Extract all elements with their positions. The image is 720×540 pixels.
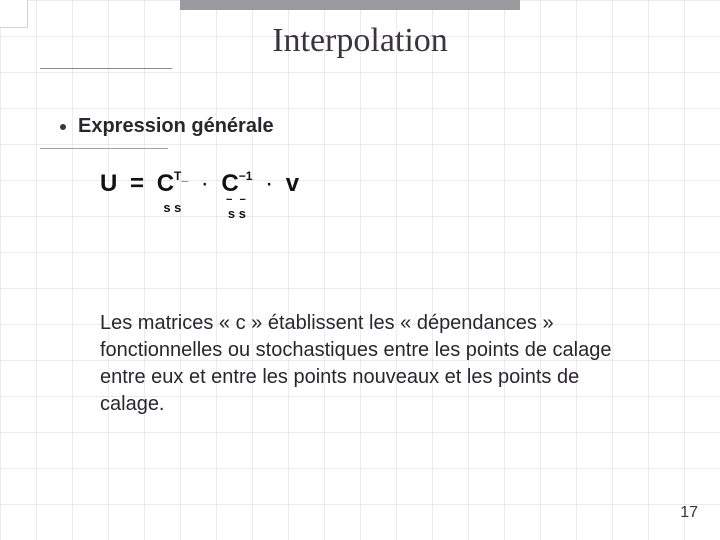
equation-c2: C−1 − − s s — [221, 170, 252, 198]
bullet-icon — [60, 124, 66, 130]
c1-base: C — [157, 170, 174, 197]
c1-sup: T_ — [174, 169, 188, 183]
equation-dot2: · — [259, 170, 279, 197]
c2-sup: −1 — [239, 169, 253, 183]
equation-dot1: · — [195, 170, 215, 197]
slide-title: Interpolation — [0, 22, 720, 60]
equation-eq: = — [124, 170, 150, 197]
c2-sub: s s — [228, 206, 246, 221]
body-text: Les matrices « c » établissent les « dép… — [100, 310, 640, 418]
section-heading: Expression générale — [78, 115, 274, 138]
page-number: 17 — [680, 504, 698, 522]
c2-base: C — [221, 170, 238, 197]
slide: Interpolation Expression générale U = CT… — [0, 0, 720, 540]
c1-sub: s s — [163, 200, 181, 215]
equation: U = CT_ s s · C−1 − − s s · v — [100, 170, 299, 198]
section-underline — [40, 148, 168, 149]
c2-under: − − — [226, 194, 248, 206]
equation-c1: CT_ s s — [157, 170, 188, 198]
equation-v: v — [286, 170, 299, 197]
equation-lhs: U — [100, 170, 117, 197]
title-underline — [40, 68, 172, 69]
